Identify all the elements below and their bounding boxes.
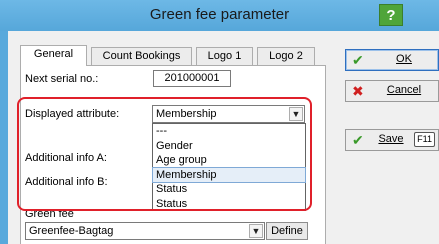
dropdown-option-selected[interactable]: Membership (152, 166, 306, 183)
help-button[interactable]: ? (379, 4, 403, 26)
check-icon: ✔ (352, 132, 364, 148)
displayed-attribute-label: Displayed attribute: (25, 108, 120, 120)
ok-label: OK (396, 53, 412, 65)
next-serial-field[interactable]: 201000001 (153, 70, 231, 87)
define-button[interactable]: Define (266, 222, 308, 240)
shortcut-key: F11 (414, 132, 435, 147)
additional-info-a-label: Additional info A: (25, 152, 107, 164)
dropdown-option[interactable]: --- (153, 124, 305, 139)
next-serial-label: Next serial no.: (25, 73, 99, 85)
displayed-attribute-value: Membership (156, 108, 217, 120)
dropdown-option[interactable]: Gender (153, 139, 305, 154)
greenfee-label: Green fee (25, 208, 74, 220)
cancel-label: Cancel (386, 84, 422, 96)
ok-button[interactable]: ✔ OK (345, 49, 439, 71)
dropdown-option[interactable]: Status (153, 182, 305, 197)
save-button[interactable]: ✔ Save F11 (345, 129, 439, 151)
window-title: Green fee parameter (149, 6, 290, 23)
additional-info-b-label: Additional info B: (25, 176, 108, 188)
tab-count-bookings[interactable]: Count Bookings (91, 47, 192, 66)
cancel-button[interactable]: ✖ Cancel (345, 80, 439, 102)
check-icon: ✔ (352, 52, 364, 68)
greenfee-value: Greenfee-Bagtag (29, 225, 114, 237)
greenfee-select[interactable]: Greenfee-Bagtag ▼ (25, 222, 265, 240)
x-icon: ✖ (352, 83, 364, 99)
tab-logo-1[interactable]: Logo 1 (196, 47, 253, 66)
attribute-dropdown-list[interactable]: --- Gender Age group Membership Status S… (152, 123, 306, 211)
chevron-down-icon[interactable]: ▼ (289, 107, 303, 121)
tab-general[interactable]: General (20, 45, 87, 66)
dropdown-option[interactable]: Age group (153, 153, 305, 168)
save-label: Save (378, 133, 404, 145)
dialog-body: General Count Bookings Logo 1 Logo 2 Nex… (8, 31, 439, 244)
chevron-down-icon[interactable]: ▼ (249, 224, 263, 238)
title-bar: Green fee parameter ? (0, 0, 439, 31)
displayed-attribute-select[interactable]: Membership ▼ (152, 105, 305, 123)
dropdown-option[interactable]: Status (153, 197, 305, 212)
tab-logo-2[interactable]: Logo 2 (257, 47, 315, 66)
